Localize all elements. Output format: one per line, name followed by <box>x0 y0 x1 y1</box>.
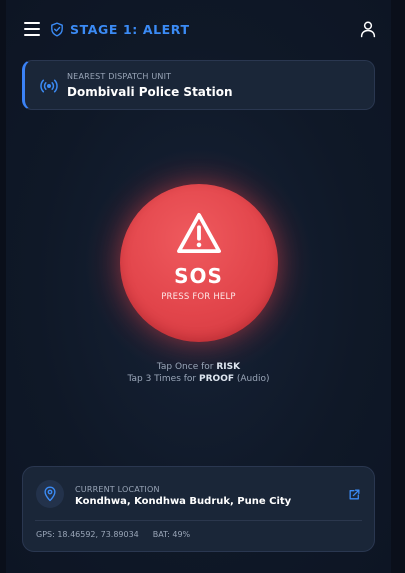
instruction-risk: Tap Once for RISK <box>156 362 241 372</box>
instruction-proof: Tap 3 Times for PROOF (Audio) <box>127 374 270 384</box>
gps-coordinates: GPS: 18.46592, 73.89034 <box>36 530 139 539</box>
sos-button[interactable]: SOS PRESS FOR HELP <box>119 184 278 342</box>
location-address: Kondhwa, Kondhwa Budruk, Pune City <box>75 496 292 507</box>
external-link-icon[interactable] <box>348 488 361 501</box>
user-icon[interactable] <box>359 20 377 38</box>
divider <box>35 520 362 521</box>
window-right-edge <box>391 0 405 573</box>
dispatch-card: NEAREST DISPATCH UNIT Dombivali Police S… <box>22 60 375 110</box>
app-screen: STAGE 1: ALERT NEAREST DISPATCH UNIT Dom… <box>6 0 391 573</box>
location-label: CURRENT LOCATION <box>75 485 160 494</box>
dispatch-station-name: Dombivali Police Station <box>67 85 233 99</box>
sos-label: SOS <box>174 264 223 288</box>
map-pin-icon <box>44 486 56 502</box>
location-card: CURRENT LOCATION Kondhwa, Kondhwa Budruk… <box>22 466 375 552</box>
battery-level: BAT: 49% <box>152 530 191 539</box>
broadcast-icon <box>40 79 58 93</box>
warning-triangle-icon <box>176 212 221 254</box>
shield-check-icon <box>51 22 63 37</box>
stage-title: STAGE 1: ALERT <box>50 22 190 37</box>
sos-instructions: Tap Once for RISK Tap 3 Times for PROOF … <box>6 361 391 385</box>
location-footer: GPS: 18.46592, 73.89034 BAT: 49% <box>36 530 190 539</box>
page-title: STAGE 1: ALERT <box>70 22 190 37</box>
dispatch-label: NEAREST DISPATCH UNIT <box>67 72 172 81</box>
header: STAGE 1: ALERT <box>6 0 391 60</box>
hamburger-menu-icon[interactable] <box>24 22 40 36</box>
sos-sublabel: PRESS FOR HELP <box>161 292 236 302</box>
location-icon-badge <box>36 480 64 508</box>
